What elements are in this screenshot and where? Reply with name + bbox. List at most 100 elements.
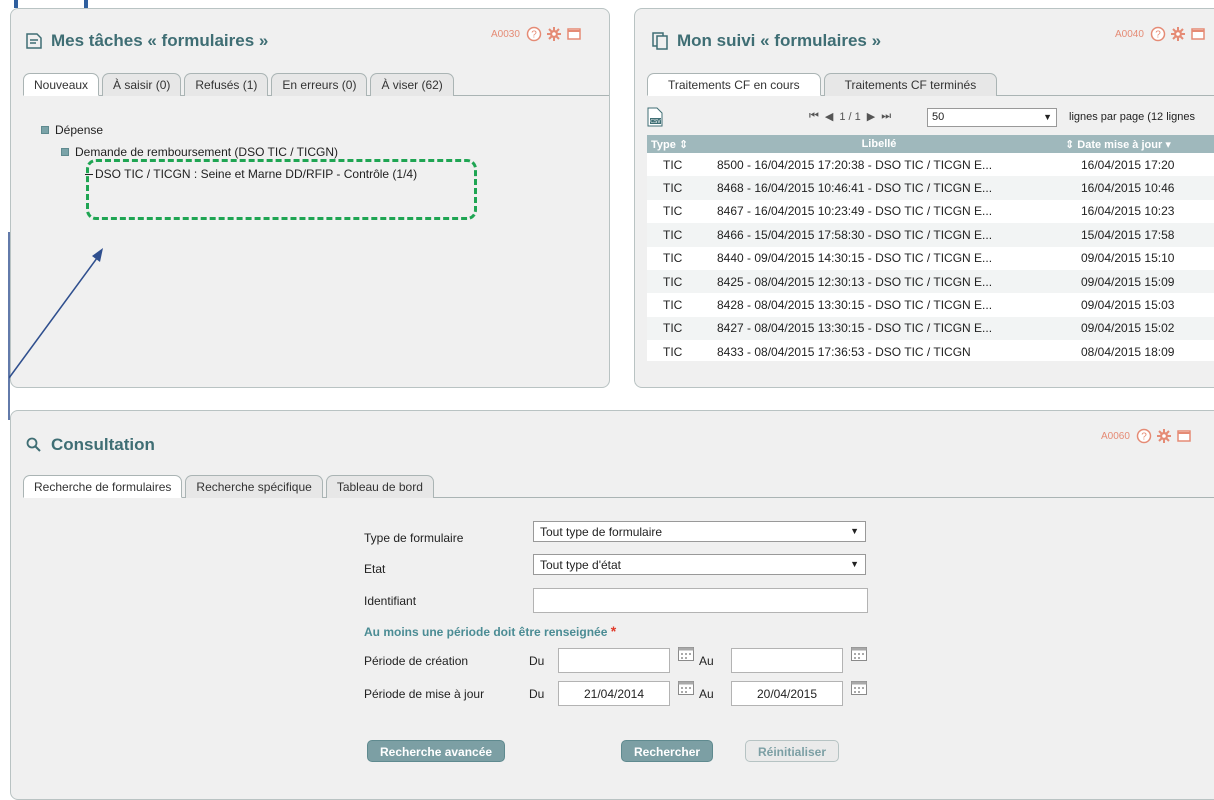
tracking-doc-icon <box>652 32 668 50</box>
etat-select[interactable]: Tout type d'état ▼ <box>533 554 866 575</box>
svg-text:?: ? <box>531 30 537 41</box>
svg-text:?: ? <box>1155 30 1161 41</box>
svg-text:?: ? <box>1141 432 1147 443</box>
table-cell-date: 08/04/2015 18:09 <box>1081 344 1175 359</box>
tracking-panel: Mon suivi « formulaires » A0040 ? Traite… <box>634 8 1214 388</box>
tab-a-viser[interactable]: À viser (62) <box>370 73 454 96</box>
etat-label: Etat <box>364 562 386 576</box>
collapse-icon[interactable] <box>41 126 49 134</box>
highlight-box <box>86 159 477 220</box>
table-row[interactable]: TIC 8428 - 08/04/2015 13:30:15 - DSO TIC … <box>647 293 1214 316</box>
column-header-type[interactable]: Type ⇕ <box>647 138 701 151</box>
table-row[interactable]: TIC 8440 - 09/04/2015 14:30:15 - DSO TIC … <box>647 247 1214 270</box>
table-row[interactable]: TIC 8427 - 08/04/2015 13:30:15 - DSO TIC … <box>647 316 1214 341</box>
creation-period-label: Période de création <box>364 654 469 668</box>
creation-to-input[interactable] <box>731 648 843 673</box>
tab-recherche-formulaires[interactable]: Recherche de formulaires <box>23 475 183 498</box>
tab-a-saisir[interactable]: À saisir (0) <box>102 73 182 96</box>
maj-to-input[interactable]: 20/04/2015 <box>731 681 843 706</box>
advanced-search-button[interactable]: Recherche avancée <box>367 740 506 762</box>
maj-period-label: Période de mise à jour <box>364 687 485 701</box>
panel-code: A0060 <box>1101 430 1130 442</box>
settings-icon[interactable] <box>1170 26 1186 42</box>
calendar-icon[interactable] <box>678 647 694 661</box>
search-button[interactable]: Rechercher <box>621 740 714 762</box>
table-cell-label: 8428 - 08/04/2015 13:30:15 - DSO TIC / T… <box>717 298 993 313</box>
help-icon[interactable]: ? <box>1136 428 1152 444</box>
top-decoration <box>14 0 88 8</box>
tab-refuses[interactable]: Refusés (1) <box>184 73 269 96</box>
calendar-icon[interactable] <box>678 681 694 695</box>
table-cell-label: 8468 - 16/04/2015 10:46:41 - DSO TIC / T… <box>717 181 993 196</box>
sort-icon[interactable]: ⇕ <box>1065 139 1077 151</box>
search-icon <box>26 437 41 452</box>
svg-text:CSV: CSV <box>650 119 661 125</box>
calendar-icon[interactable] <box>851 681 867 695</box>
tab-nouveaux[interactable]: Nouveaux <box>23 73 100 96</box>
table-row[interactable]: TIC 8467 - 16/04/2015 10:23:49 - DSO TIC … <box>647 200 1214 223</box>
maximize-icon[interactable] <box>566 26 582 42</box>
au-label: Au <box>699 654 714 668</box>
consultation-panel-actions: A0060 ? <box>1101 428 1192 444</box>
tab-traitements-en-cours[interactable]: Traitements CF en cours <box>647 73 821 96</box>
table-cell-date: 15/04/2015 17:58 <box>1081 227 1175 242</box>
table-row[interactable]: TIC 8433 - 08/04/2015 17:36:53 - DSO TIC … <box>647 340 1214 361</box>
tasks-tabs: Nouveaux À saisir (0) Refusés (1) En err… <box>23 73 609 96</box>
last-page-icon[interactable]: ⏭ <box>881 110 891 123</box>
table-cell-label: 8467 - 16/04/2015 10:23:49 - DSO TIC / T… <box>717 204 993 219</box>
table-row[interactable]: TIC 8466 - 15/04/2015 17:58:30 - DSO TIC … <box>647 223 1214 247</box>
type-formulaire-select[interactable]: Tout type de formulaire ▼ <box>533 521 866 542</box>
tab-en-erreurs[interactable]: En erreurs (0) <box>271 73 368 96</box>
creation-from-input[interactable] <box>558 648 670 673</box>
tree-node-depense[interactable]: Dépense <box>41 119 417 141</box>
next-page-icon[interactable]: ▶ <box>867 110 875 123</box>
table-row[interactable]: TIC 8500 - 16/04/2015 17:20:38 - DSO TIC … <box>647 153 1214 176</box>
tab-tableau-de-bord[interactable]: Tableau de bord <box>325 475 434 498</box>
table-cell-label: 8427 - 08/04/2015 13:30:15 - DSO TIC / T… <box>717 321 993 336</box>
table-cell-type: TIC <box>663 298 683 313</box>
consultation-panel-title: Consultation <box>25 435 155 455</box>
column-header-label: Libellé <box>861 138 897 150</box>
settings-icon[interactable] <box>1156 428 1172 444</box>
sort-desc-icon[interactable]: ▾ <box>1162 139 1171 151</box>
tracking-panel-title: Mon suivi « formulaires » <box>651 31 881 51</box>
panel-code: A0030 <box>491 28 520 40</box>
help-icon[interactable]: ? <box>526 26 542 42</box>
consultation-title-text: Consultation <box>51 435 155 454</box>
consultation-tabs: Recherche de formulaires Recherche spéci… <box>23 475 1214 498</box>
maximize-icon[interactable] <box>1190 26 1206 42</box>
maximize-icon[interactable] <box>1176 428 1192 444</box>
reset-button[interactable]: Réinitialiser <box>745 740 840 762</box>
table-cell-label: 8500 - 16/04/2015 17:20:38 - DSO TIC / T… <box>717 157 993 172</box>
sort-icon[interactable]: ⇕ <box>676 139 688 151</box>
column-header-libelle[interactable]: Libellé <box>701 138 1057 150</box>
tab-recherche-specifique[interactable]: Recherche spécifique <box>185 475 323 498</box>
table-cell-type: TIC <box>663 344 683 359</box>
first-page-icon[interactable]: ⏮ <box>809 110 819 123</box>
pager: ⏮ ◀ 1 / 1 ▶ ⏭ <box>809 110 891 123</box>
csv-export-icon[interactable]: CSV <box>647 107 663 127</box>
collapse-icon[interactable] <box>61 148 69 156</box>
tab-traitements-termines[interactable]: Traitements CF terminés <box>823 73 998 96</box>
prev-page-icon[interactable]: ◀ <box>825 110 833 123</box>
table-cell-type: TIC <box>663 251 683 266</box>
column-header-label: Type <box>651 138 676 151</box>
page-size-select[interactable]: 50 ▼ <box>927 108 1057 127</box>
table-cell-date: 16/04/2015 10:23 <box>1081 204 1175 219</box>
table-cell-type: TIC <box>663 157 683 172</box>
table-row[interactable]: TIC 8468 - 16/04/2015 10:46:41 - DSO TIC … <box>647 176 1214 200</box>
table-cell-type: TIC <box>663 227 683 242</box>
calendar-icon[interactable] <box>851 647 867 661</box>
help-icon[interactable]: ? <box>1150 26 1166 42</box>
maj-from-input[interactable]: 21/04/2014 <box>558 681 670 706</box>
table-row[interactable]: TIC 8425 - 08/04/2015 12:30:13 - DSO TIC … <box>647 269 1214 294</box>
identifiant-input[interactable] <box>533 588 868 613</box>
page-size-value: 50 <box>932 111 945 123</box>
settings-icon[interactable] <box>546 26 562 42</box>
table-cell-label: 8440 - 09/04/2015 14:30:15 - DSO TIC / T… <box>717 251 993 266</box>
column-header-date[interactable]: ⇕ Date mise à jour ▾ <box>1057 138 1214 151</box>
tracking-tabs: Traitements CF en cours Traitements CF t… <box>647 73 1214 96</box>
table-cell-date: 09/04/2015 15:10 <box>1081 251 1175 266</box>
tree-node-label: Demande de remboursement (DSO TIC / TICG… <box>75 145 338 159</box>
tasks-title-text: Mes tâches « formulaires » <box>51 31 269 50</box>
